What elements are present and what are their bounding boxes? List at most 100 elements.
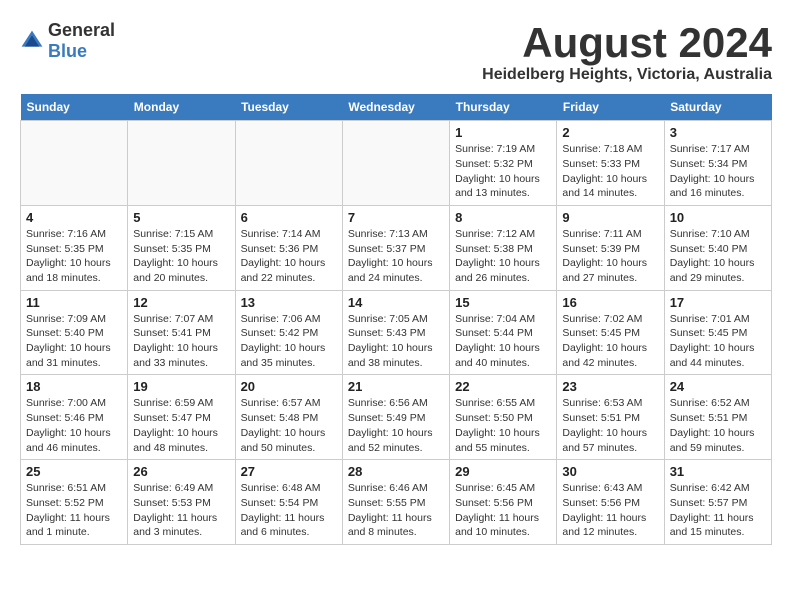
day-number: 7 bbox=[348, 210, 444, 225]
day-number: 10 bbox=[670, 210, 766, 225]
day-number: 25 bbox=[26, 464, 122, 479]
calendar-cell: 23Sunrise: 6:53 AM Sunset: 5:51 PM Dayli… bbox=[557, 375, 664, 460]
logo: General Blue bbox=[20, 20, 115, 62]
calendar-cell: 2Sunrise: 7:18 AM Sunset: 5:33 PM Daylig… bbox=[557, 121, 664, 206]
day-number: 6 bbox=[241, 210, 337, 225]
day-number: 3 bbox=[670, 125, 766, 140]
column-header-monday: Monday bbox=[128, 94, 235, 121]
calendar-cell: 29Sunrise: 6:45 AM Sunset: 5:56 PM Dayli… bbox=[450, 460, 557, 545]
month-title: August 2024 bbox=[482, 20, 772, 66]
column-header-sunday: Sunday bbox=[21, 94, 128, 121]
day-number: 29 bbox=[455, 464, 551, 479]
calendar-cell: 12 Sunrise: 7:07 AM Sunset: 5:41 PM Dayli… bbox=[128, 290, 235, 375]
calendar-cell: 1 Sunrise: 7:19 AM Sunset: 5:32 PM Daylig… bbox=[450, 121, 557, 206]
day-info: Sunrise: 7:11 AM Sunset: 5:39 PM Dayligh… bbox=[562, 227, 658, 286]
calendar-week-row: 1 Sunrise: 7:19 AM Sunset: 5:32 PM Daylig… bbox=[21, 121, 772, 206]
day-number: 22 bbox=[455, 379, 551, 394]
day-number: 14 bbox=[348, 295, 444, 310]
logo-icon bbox=[20, 29, 44, 53]
day-number: 15 bbox=[455, 295, 551, 310]
day-info: Sunrise: 6:48 AM Sunset: 5:54 PM Dayligh… bbox=[241, 481, 337, 540]
day-info: Sunrise: 7:13 AM Sunset: 5:37 PM Dayligh… bbox=[348, 227, 444, 286]
calendar-cell: 19 Sunrise: 6:59 AM Sunset: 5:47 PM Dayli… bbox=[128, 375, 235, 460]
day-info: Sunrise: 6:57 AM Sunset: 5:48 PM Dayligh… bbox=[241, 396, 337, 455]
day-info: Sunrise: 7:19 AM Sunset: 5:32 PM Dayligh… bbox=[455, 142, 551, 201]
calendar-cell: 8 Sunrise: 7:12 AM Sunset: 5:38 PM Daylig… bbox=[450, 205, 557, 290]
calendar-cell: 14 Sunrise: 7:05 AM Sunset: 5:43 PM Dayli… bbox=[342, 290, 449, 375]
day-number: 23 bbox=[562, 379, 658, 394]
day-number: 19 bbox=[133, 379, 229, 394]
day-info: Sunrise: 7:14 AM Sunset: 5:36 PM Dayligh… bbox=[241, 227, 337, 286]
calendar-header-row: SundayMondayTuesdayWednesdayThursdayFrid… bbox=[21, 94, 772, 121]
day-info: Sunrise: 6:49 AM Sunset: 5:53 PM Dayligh… bbox=[133, 481, 229, 540]
calendar-cell: 6 Sunrise: 7:14 AM Sunset: 5:36 PM Daylig… bbox=[235, 205, 342, 290]
calendar-cell: 25 Sunrise: 6:51 AM Sunset: 5:52 PM Dayli… bbox=[21, 460, 128, 545]
day-number: 21 bbox=[348, 379, 444, 394]
calendar-cell: 21 Sunrise: 6:56 AM Sunset: 5:49 PM Dayli… bbox=[342, 375, 449, 460]
day-info: Sunrise: 6:51 AM Sunset: 5:52 PM Dayligh… bbox=[26, 481, 122, 540]
day-info: Sunrise: 6:42 AM Sunset: 5:57 PM Dayligh… bbox=[670, 481, 766, 540]
calendar-week-row: 25 Sunrise: 6:51 AM Sunset: 5:52 PM Dayli… bbox=[21, 460, 772, 545]
day-info: Sunrise: 7:16 AM Sunset: 5:35 PM Dayligh… bbox=[26, 227, 122, 286]
day-info: Sunrise: 7:05 AM Sunset: 5:43 PM Dayligh… bbox=[348, 312, 444, 371]
day-info: Sunrise: 7:07 AM Sunset: 5:41 PM Dayligh… bbox=[133, 312, 229, 371]
calendar-cell: 18 Sunrise: 7:00 AM Sunset: 5:46 PM Dayli… bbox=[21, 375, 128, 460]
calendar-cell bbox=[235, 121, 342, 206]
column-header-tuesday: Tuesday bbox=[235, 94, 342, 121]
day-info: Sunrise: 6:56 AM Sunset: 5:49 PM Dayligh… bbox=[348, 396, 444, 455]
column-header-thursday: Thursday bbox=[450, 94, 557, 121]
day-number: 5 bbox=[133, 210, 229, 225]
calendar-cell: 17Sunrise: 7:01 AM Sunset: 5:45 PM Dayli… bbox=[664, 290, 771, 375]
day-number: 4 bbox=[26, 210, 122, 225]
calendar-cell: 22 Sunrise: 6:55 AM Sunset: 5:50 PM Dayli… bbox=[450, 375, 557, 460]
calendar-week-row: 11 Sunrise: 7:09 AM Sunset: 5:40 PM Dayli… bbox=[21, 290, 772, 375]
day-number: 16 bbox=[562, 295, 658, 310]
day-number: 30 bbox=[562, 464, 658, 479]
day-number: 12 bbox=[133, 295, 229, 310]
calendar-cell bbox=[342, 121, 449, 206]
calendar-cell: 7 Sunrise: 7:13 AM Sunset: 5:37 PM Daylig… bbox=[342, 205, 449, 290]
calendar-cell: 30Sunrise: 6:43 AM Sunset: 5:56 PM Dayli… bbox=[557, 460, 664, 545]
day-number: 18 bbox=[26, 379, 122, 394]
day-info: Sunrise: 7:04 AM Sunset: 5:44 PM Dayligh… bbox=[455, 312, 551, 371]
calendar-cell: 11 Sunrise: 7:09 AM Sunset: 5:40 PM Dayli… bbox=[21, 290, 128, 375]
day-number: 11 bbox=[26, 295, 122, 310]
day-info: Sunrise: 6:55 AM Sunset: 5:50 PM Dayligh… bbox=[455, 396, 551, 455]
day-info: Sunrise: 7:09 AM Sunset: 5:40 PM Dayligh… bbox=[26, 312, 122, 371]
calendar-cell: 10Sunrise: 7:10 AM Sunset: 5:40 PM Dayli… bbox=[664, 205, 771, 290]
day-info: Sunrise: 7:01 AM Sunset: 5:45 PM Dayligh… bbox=[670, 312, 766, 371]
calendar-cell: 28 Sunrise: 6:46 AM Sunset: 5:55 PM Dayli… bbox=[342, 460, 449, 545]
logo-blue-text: Blue bbox=[48, 41, 87, 61]
day-number: 1 bbox=[455, 125, 551, 140]
calendar-cell: 24Sunrise: 6:52 AM Sunset: 5:51 PM Dayli… bbox=[664, 375, 771, 460]
day-number: 27 bbox=[241, 464, 337, 479]
calendar-cell: 26 Sunrise: 6:49 AM Sunset: 5:53 PM Dayli… bbox=[128, 460, 235, 545]
day-info: Sunrise: 7:06 AM Sunset: 5:42 PM Dayligh… bbox=[241, 312, 337, 371]
calendar-week-row: 4 Sunrise: 7:16 AM Sunset: 5:35 PM Daylig… bbox=[21, 205, 772, 290]
calendar-week-row: 18 Sunrise: 7:00 AM Sunset: 5:46 PM Dayli… bbox=[21, 375, 772, 460]
day-info: Sunrise: 7:17 AM Sunset: 5:34 PM Dayligh… bbox=[670, 142, 766, 201]
day-info: Sunrise: 7:12 AM Sunset: 5:38 PM Dayligh… bbox=[455, 227, 551, 286]
day-number: 20 bbox=[241, 379, 337, 394]
day-info: Sunrise: 6:46 AM Sunset: 5:55 PM Dayligh… bbox=[348, 481, 444, 540]
calendar-cell: 20 Sunrise: 6:57 AM Sunset: 5:48 PM Dayli… bbox=[235, 375, 342, 460]
location-title: Heidelberg Heights, Victoria, Australia bbox=[482, 66, 772, 84]
day-info: Sunrise: 6:59 AM Sunset: 5:47 PM Dayligh… bbox=[133, 396, 229, 455]
day-info: Sunrise: 7:15 AM Sunset: 5:35 PM Dayligh… bbox=[133, 227, 229, 286]
day-number: 26 bbox=[133, 464, 229, 479]
title-area: August 2024 Heidelberg Heights, Victoria… bbox=[482, 20, 772, 84]
day-number: 8 bbox=[455, 210, 551, 225]
day-number: 31 bbox=[670, 464, 766, 479]
day-info: Sunrise: 7:00 AM Sunset: 5:46 PM Dayligh… bbox=[26, 396, 122, 455]
column-header-wednesday: Wednesday bbox=[342, 94, 449, 121]
header: General Blue August 2024 Heidelberg Heig… bbox=[20, 20, 772, 84]
calendar-cell: 15 Sunrise: 7:04 AM Sunset: 5:44 PM Dayli… bbox=[450, 290, 557, 375]
day-number: 28 bbox=[348, 464, 444, 479]
calendar-table: SundayMondayTuesdayWednesdayThursdayFrid… bbox=[20, 94, 772, 545]
calendar-cell: 4 Sunrise: 7:16 AM Sunset: 5:35 PM Daylig… bbox=[21, 205, 128, 290]
calendar-cell: 27 Sunrise: 6:48 AM Sunset: 5:54 PM Dayli… bbox=[235, 460, 342, 545]
calendar-cell: 3 Sunrise: 7:17 AM Sunset: 5:34 PM Daylig… bbox=[664, 121, 771, 206]
day-info: Sunrise: 7:02 AM Sunset: 5:45 PM Dayligh… bbox=[562, 312, 658, 371]
day-info: Sunrise: 7:18 AM Sunset: 5:33 PM Dayligh… bbox=[562, 142, 658, 201]
column-header-saturday: Saturday bbox=[664, 94, 771, 121]
